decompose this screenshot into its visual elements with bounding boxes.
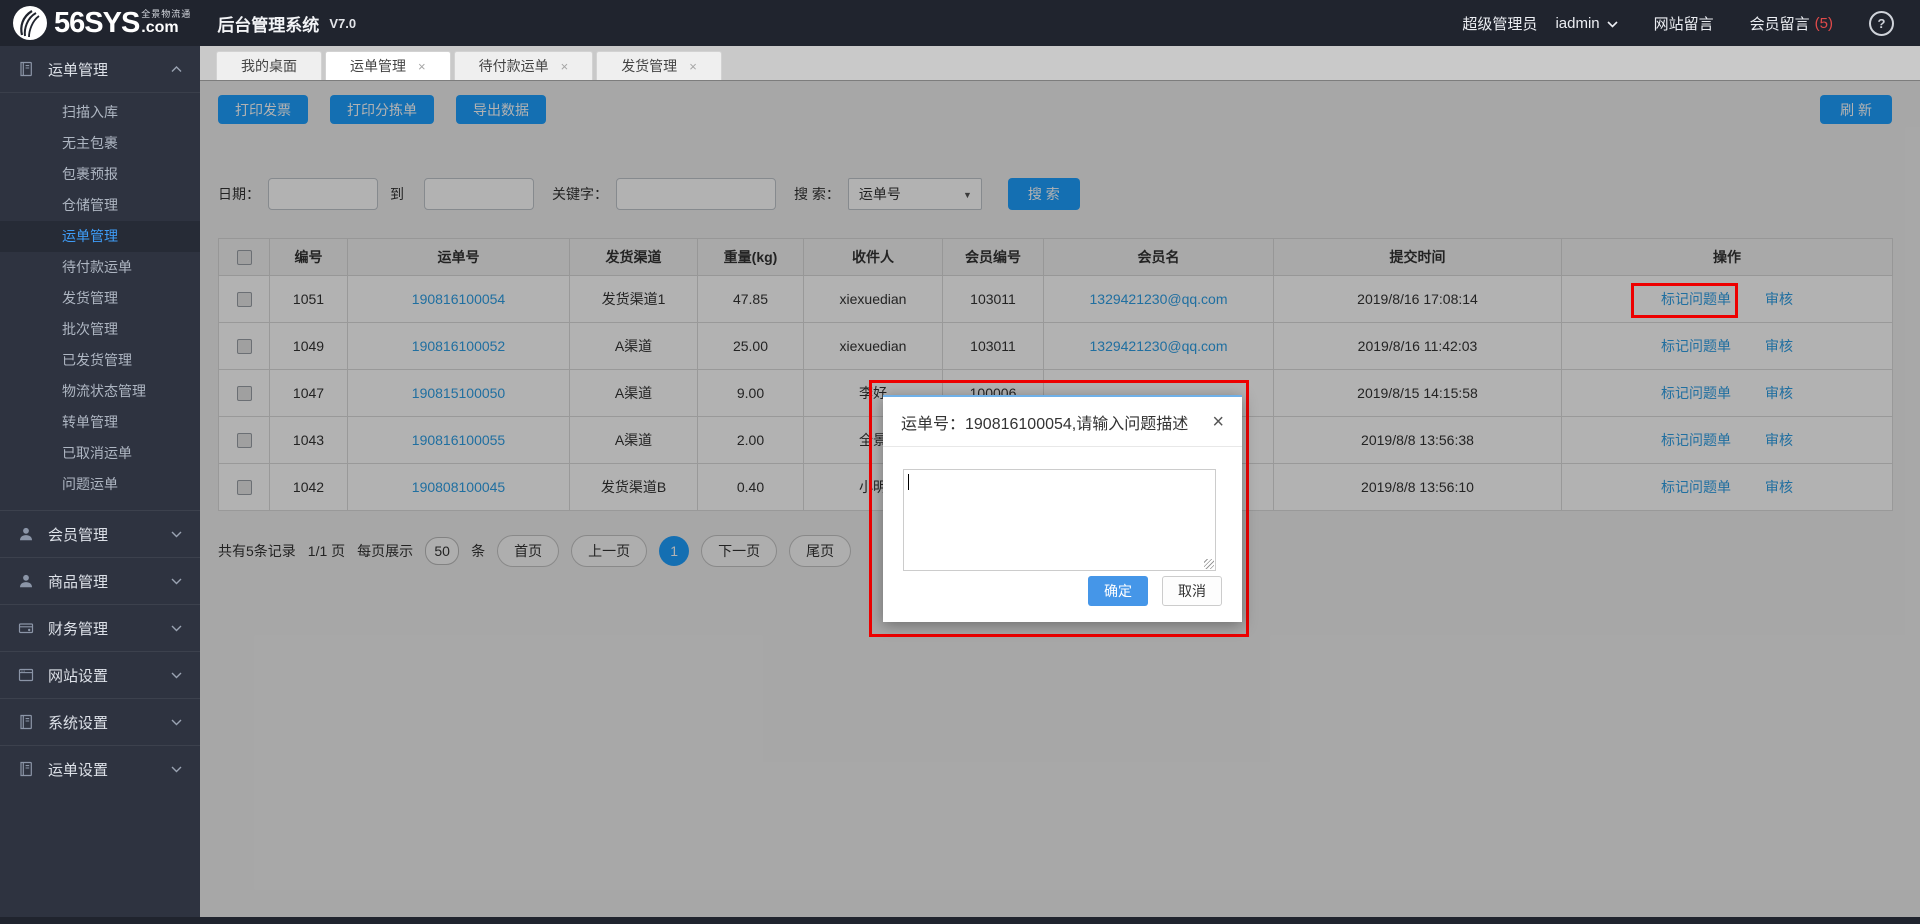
chevron-up-icon — [171, 66, 182, 73]
logo: 56SYS 全景物流通 .com — [12, 5, 191, 41]
problem-description-textarea[interactable] — [903, 469, 1216, 571]
message-count-badge: (5) — [1815, 15, 1833, 32]
chevron-down-icon — [171, 578, 182, 585]
logo-slogan: 全景物流通 — [141, 10, 191, 19]
cancel-button[interactable]: 取消 — [1162, 576, 1222, 606]
sidebar-section-4[interactable]: 网站设置 — [0, 651, 200, 698]
journal-icon — [18, 714, 35, 731]
sidebar-item-0[interactable]: 扫描入库 — [0, 97, 200, 128]
user-icon — [18, 573, 35, 590]
sidebar-section-2[interactable]: 商品管理 — [0, 557, 200, 604]
username: iadmin — [1555, 15, 1599, 32]
user-menu[interactable]: iadmin — [1555, 15, 1617, 32]
textarea-resize-handle[interactable] — [1204, 559, 1214, 569]
sidebar-item-8[interactable]: 已发货管理 — [0, 345, 200, 376]
dialog-title: 运单号：190816100054,请输入问题描述 — [901, 410, 1188, 434]
bottom-bar — [0, 917, 1920, 924]
sidebar-item-7[interactable]: 批次管理 — [0, 314, 200, 345]
browser-icon — [18, 667, 35, 684]
sidebar-section-3[interactable]: 财务管理 — [0, 604, 200, 651]
sidebar-item-2[interactable]: 包裹预报 — [0, 159, 200, 190]
text-cursor — [908, 474, 909, 490]
tab-close-icon[interactable]: × — [418, 60, 426, 73]
tab-label: 我的桌面 — [241, 56, 297, 76]
sidebar-item-12[interactable]: 问题运单 — [0, 469, 200, 500]
logo-domain: .com — [141, 20, 191, 36]
app-version: V7.0 — [329, 16, 356, 31]
sidebar-section-label: 运单管理 — [48, 59, 171, 80]
dialog-header: 运单号：190816100054,请输入问题描述 × — [883, 397, 1242, 447]
sidebar-section-6[interactable]: 运单设置 — [0, 745, 200, 792]
sidebar-section-0[interactable]: 运单管理 — [0, 46, 200, 92]
chevron-down-icon — [1607, 15, 1618, 32]
sidebar-section-label: 财务管理 — [48, 618, 171, 639]
sidebar-item-1[interactable]: 无主包裹 — [0, 128, 200, 159]
sidebar-item-6[interactable]: 发货管理 — [0, 283, 200, 314]
sidebar-section-label: 运单设置 — [48, 759, 171, 780]
chevron-down-icon — [171, 531, 182, 538]
sidebar: 运单管理扫描入库无主包裹包裹预报仓储管理运单管理待付款运单发货管理批次管理已发货… — [0, 46, 200, 924]
tab-close-icon[interactable]: × — [689, 60, 697, 73]
user-role: 超级管理员 — [1462, 13, 1537, 34]
tab-bar: 我的桌面 运单管理 × 待付款运单 × 发货管理 × — [200, 46, 1920, 81]
tab-label: 运单管理 — [350, 56, 406, 76]
sidebar-section-1[interactable]: 会员管理 — [0, 510, 200, 557]
top-header-bar: 56SYS 全景物流通 .com 后台管理系统 V7.0 超级管理员 iadmi… — [0, 0, 1920, 46]
tab-2[interactable]: 待付款运单 × — [454, 51, 594, 80]
sidebar-item-4[interactable]: 运单管理 — [0, 221, 200, 252]
tab-0[interactable]: 我的桌面 — [216, 51, 322, 80]
user-icon — [18, 526, 35, 543]
annotation-box-dialog: 运单号：190816100054,请输入问题描述 × 确定 取消 — [869, 380, 1249, 637]
help-button[interactable]: ? — [1869, 11, 1894, 36]
sidebar-section-5[interactable]: 系统设置 — [0, 698, 200, 745]
tab-label: 发货管理 — [621, 56, 677, 76]
sidebar-section-label: 会员管理 — [48, 524, 171, 545]
tab-3[interactable]: 发货管理 × — [596, 51, 722, 80]
journal-icon — [18, 61, 35, 78]
tab-label: 待付款运单 — [479, 56, 549, 76]
problem-dialog: 运单号：190816100054,请输入问题描述 × 确定 取消 — [883, 395, 1242, 622]
sidebar-section-label: 商品管理 — [48, 571, 171, 592]
confirm-button[interactable]: 确定 — [1088, 576, 1148, 606]
chevron-down-icon — [171, 672, 182, 679]
close-icon[interactable]: × — [1212, 412, 1224, 432]
sidebar-item-9[interactable]: 物流状态管理 — [0, 376, 200, 407]
sidebar-item-5[interactable]: 待付款运单 — [0, 252, 200, 283]
tab-close-icon[interactable]: × — [561, 60, 569, 73]
sidebar-submenu: 扫描入库无主包裹包裹预报仓储管理运单管理待付款运单发货管理批次管理已发货管理物流… — [0, 92, 200, 510]
sidebar-item-11[interactable]: 已取消运单 — [0, 438, 200, 469]
logo-icon — [12, 5, 48, 41]
member-messages-link[interactable]: 会员留言 (5) — [1750, 13, 1833, 34]
chevron-down-icon — [171, 625, 182, 632]
wallet-icon — [18, 620, 35, 637]
annotation-box-mark-link — [1631, 283, 1738, 318]
sidebar-item-3[interactable]: 仓储管理 — [0, 190, 200, 221]
app-title: 后台管理系统 — [217, 11, 319, 36]
sidebar-item-10[interactable]: 转单管理 — [0, 407, 200, 438]
site-messages-link[interactable]: 网站留言 — [1654, 13, 1714, 34]
journal-icon — [18, 761, 35, 778]
chevron-down-icon — [171, 766, 182, 773]
chevron-down-icon — [171, 719, 182, 726]
help-icon: ? — [1869, 11, 1894, 36]
sidebar-section-label: 系统设置 — [48, 712, 171, 733]
tab-1[interactable]: 运单管理 × — [325, 51, 451, 80]
sidebar-section-label: 网站设置 — [48, 665, 171, 686]
logo-text: 56SYS — [54, 7, 139, 40]
